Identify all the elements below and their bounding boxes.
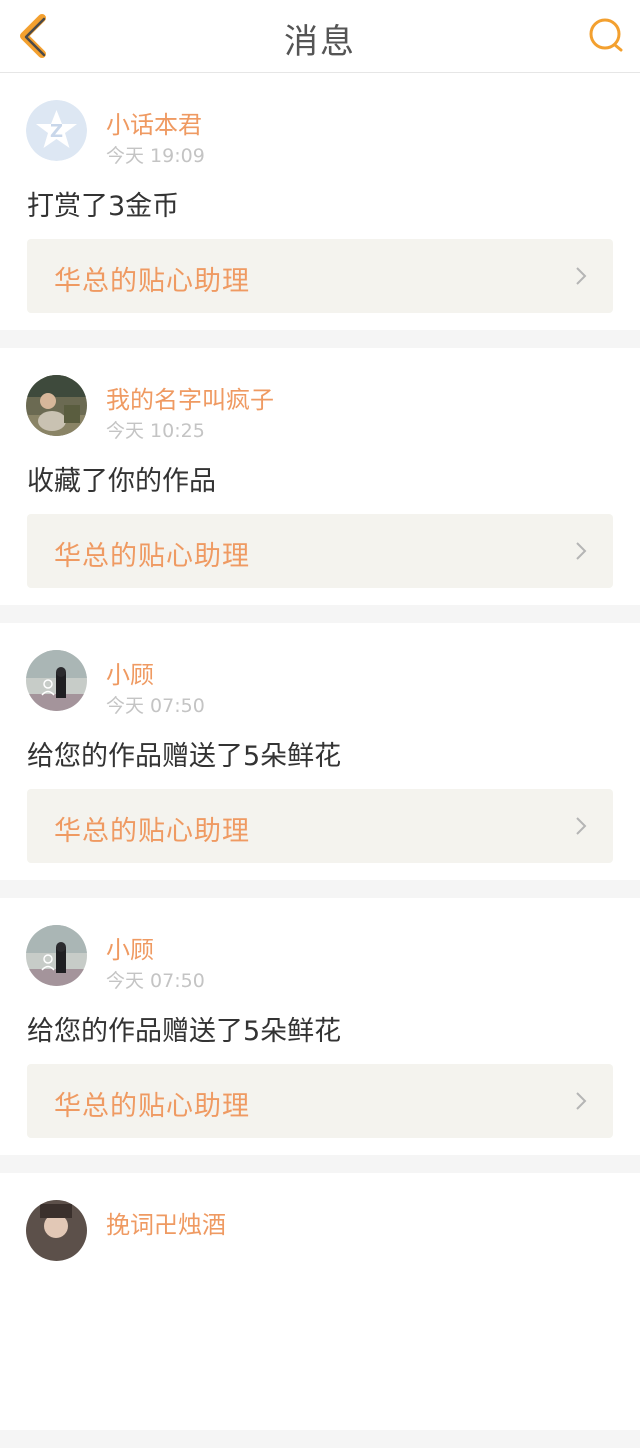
default-avatar-icon: Z xyxy=(26,100,87,161)
username[interactable]: 小顾 xyxy=(106,655,154,690)
timestamp: 今天 07:50 xyxy=(106,970,205,992)
search-button[interactable] xyxy=(586,14,626,58)
user-photo xyxy=(26,650,87,711)
chevron-right-icon xyxy=(576,817,587,835)
search-icon xyxy=(589,18,623,52)
user-photo xyxy=(26,375,87,436)
timestamp: 今天 19:09 xyxy=(106,145,205,167)
notification-message: 给您的作品赠送了5朵鲜花 xyxy=(27,1016,342,1047)
work-link[interactable]: 华总的贴心助理 xyxy=(27,789,613,863)
notification-message: 打赏了3金币 xyxy=(27,191,180,222)
work-title: 华总的贴心助理 xyxy=(54,816,250,847)
notification-card: 小顾 今天 07:50 给您的作品赠送了5朵鲜花 华总的贴心助理 xyxy=(0,898,640,1155)
avatar[interactable] xyxy=(26,650,87,711)
work-link[interactable]: 华总的贴心助理 xyxy=(27,1064,613,1138)
avatar[interactable] xyxy=(26,375,87,436)
notification-message: 给您的作品赠送了5朵鲜花 xyxy=(27,741,342,772)
avatar[interactable]: Z xyxy=(26,100,87,161)
timestamp: 今天 07:50 xyxy=(106,695,205,717)
top-bar: 消息 xyxy=(0,0,640,73)
user-photo xyxy=(26,925,87,986)
work-link[interactable]: 华总的贴心助理 xyxy=(27,514,613,588)
notification-card: 我的名字叫疯子 今天 10:25 收藏了你的作品 华总的贴心助理 xyxy=(0,348,640,605)
notification-list: Z 小话本君 今天 19:09 打赏了3金币 华总的贴心助理 我的名字叫疯子 今… xyxy=(0,73,640,1448)
work-link[interactable]: 华总的贴心助理 xyxy=(27,239,613,313)
chevron-right-icon xyxy=(576,267,587,285)
timestamp: 今天 10:25 xyxy=(106,420,205,442)
avatar[interactable] xyxy=(26,1200,87,1261)
svg-text:Z: Z xyxy=(50,121,63,142)
username[interactable]: 我的名字叫疯子 xyxy=(106,380,274,415)
username[interactable]: 小话本君 xyxy=(106,105,202,140)
notification-card: 挽词卍烛酒 xyxy=(0,1173,640,1430)
work-title: 华总的贴心助理 xyxy=(54,1091,250,1122)
user-photo xyxy=(26,1200,87,1261)
notification-message: 收藏了你的作品 xyxy=(27,466,216,497)
avatar[interactable] xyxy=(26,925,87,986)
work-title: 华总的贴心助理 xyxy=(54,541,250,572)
notification-card: 小顾 今天 07:50 给您的作品赠送了5朵鲜花 华总的贴心助理 xyxy=(0,623,640,880)
work-title: 华总的贴心助理 xyxy=(54,266,250,297)
notification-card: Z 小话本君 今天 19:09 打赏了3金币 华总的贴心助理 xyxy=(0,73,640,330)
chevron-right-icon xyxy=(576,1092,587,1110)
username[interactable]: 小顾 xyxy=(106,930,154,965)
page-title: 消息 xyxy=(284,22,356,62)
chevron-right-icon xyxy=(576,542,587,560)
